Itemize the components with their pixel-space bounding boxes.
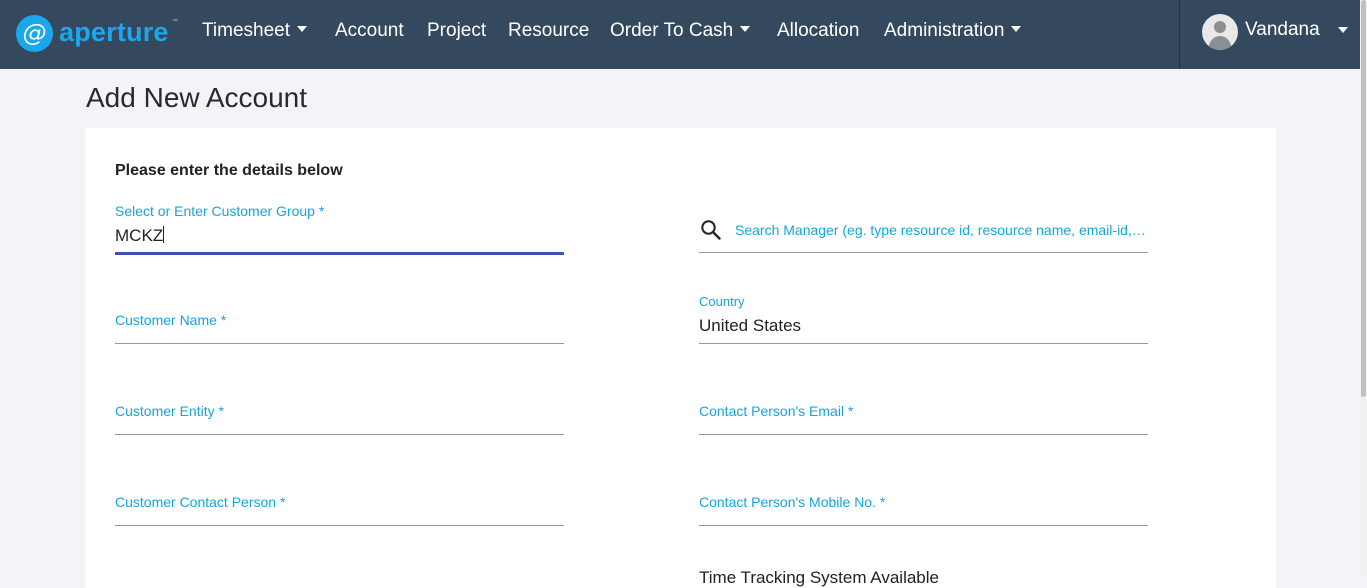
page-title: Add New Account: [86, 82, 308, 113]
country-label: Country: [699, 294, 745, 309]
contact-person-label: Customer Contact Person *: [115, 494, 286, 510]
nav-allocation-label: Allocation: [777, 20, 860, 41]
search-manager-underline: [699, 252, 1148, 253]
nav-project[interactable]: Project: [427, 20, 486, 42]
customer-name-label: Customer Name *: [115, 312, 227, 328]
customer-group-label: Select or Enter Customer Group *: [115, 203, 325, 219]
nav-divider: [1179, 0, 1180, 69]
contact-mobile-label: Contact Person's Mobile No. *: [699, 494, 886, 510]
search-icon: [701, 220, 721, 240]
contact-mobile-underline: [699, 525, 1148, 526]
country-underline: [699, 343, 1148, 344]
search-manager-field[interactable]: Search Manager (eg. type resource id, re…: [699, 218, 1148, 253]
caret-down-icon: [1338, 27, 1348, 33]
search-manager-input[interactable]: Search Manager (eg. type resource id, re…: [735, 222, 1147, 238]
customer-name-underline: [115, 343, 564, 344]
contact-mobile-field[interactable]: Contact Person's Mobile No. *: [699, 494, 1148, 526]
contact-person-field[interactable]: Customer Contact Person *: [115, 494, 564, 526]
customer-entity-underline: [115, 434, 564, 435]
user-name: Vandana: [1245, 19, 1320, 40]
nav-allocation[interactable]: Allocation: [777, 20, 859, 42]
customer-entity-label: Customer Entity *: [115, 403, 224, 419]
nav-timesheet[interactable]: Timesheet: [202, 20, 307, 42]
time-tracking-label: Time Tracking System Available: [699, 568, 939, 587]
nav-account[interactable]: Account: [335, 20, 404, 42]
text-cursor: [163, 226, 165, 243]
caret-down-icon: [740, 26, 751, 32]
logo-at-icon: @: [16, 15, 53, 52]
nav-resource-label: Resource: [508, 20, 590, 41]
logo-text: aperture: [59, 17, 169, 47]
caret-down-icon: [297, 26, 307, 32]
nav-order-to-cash-label: Order To Cash: [610, 20, 734, 41]
contact-email-field[interactable]: Contact Person's Email *: [699, 403, 1148, 435]
scrollbar-thumb[interactable]: [1361, 0, 1366, 397]
nav-account-label: Account: [335, 20, 404, 41]
contact-email-underline: [699, 434, 1148, 435]
nav-administration[interactable]: Administration: [884, 20, 1022, 42]
form-card: Please enter the details below Select or…: [85, 128, 1276, 588]
nav-project-label: Project: [427, 20, 487, 41]
logo-trademark: ™: [172, 19, 178, 25]
nav-timesheet-label: Timesheet: [202, 20, 290, 41]
nav-resource[interactable]: Resource: [508, 20, 589, 42]
section-heading: Please enter the details below: [115, 162, 343, 179]
customer-group-underline: [115, 252, 564, 255]
nav-administration-label: Administration: [884, 20, 1005, 41]
customer-group-input[interactable]: MCKZ: [115, 226, 165, 246]
customer-group-field[interactable]: Select or Enter Customer Group * MCKZ: [115, 203, 564, 255]
caret-down-icon: [1011, 26, 1022, 32]
contact-email-label: Contact Person's Email *: [699, 403, 854, 419]
avatar-icon: [1202, 14, 1238, 50]
nav-order-to-cash[interactable]: Order To Cash: [610, 20, 751, 42]
customer-entity-field[interactable]: Customer Entity *: [115, 403, 564, 435]
country-value[interactable]: United States: [699, 316, 801, 336]
customer-name-field[interactable]: Customer Name *: [115, 312, 564, 344]
customer-group-value: MCKZ: [115, 226, 164, 245]
contact-person-underline: [115, 525, 564, 526]
vertical-scrollbar[interactable]: [1360, 0, 1367, 575]
country-field[interactable]: Country United States: [699, 294, 1148, 344]
top-navbar: @ aperture ™ Timesheet Account Project R…: [0, 0, 1360, 69]
